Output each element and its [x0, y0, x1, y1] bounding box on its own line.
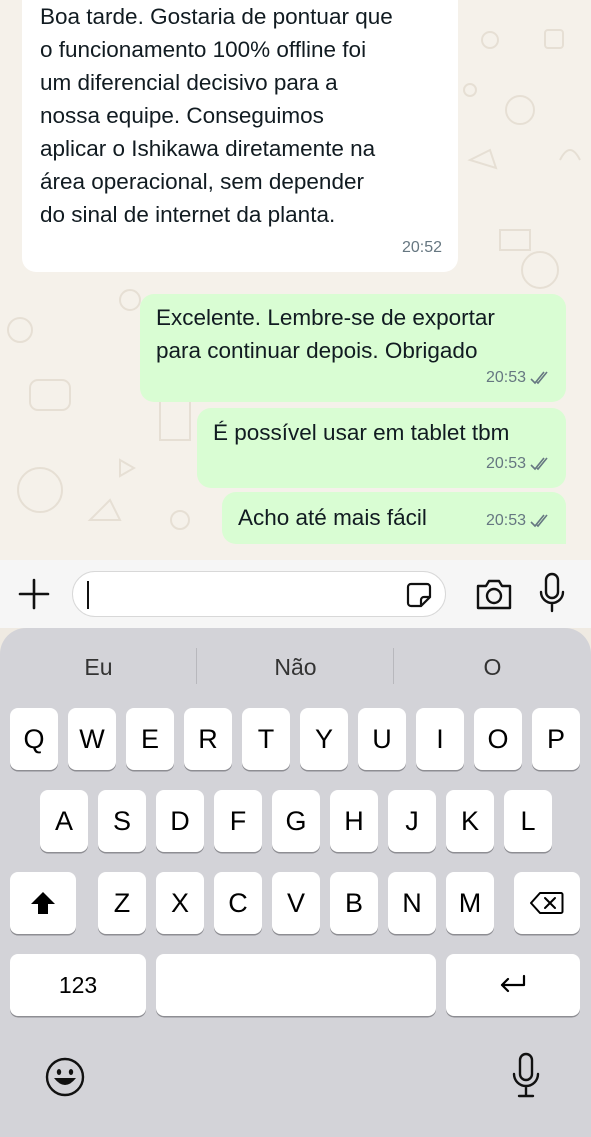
plus-icon[interactable] — [16, 576, 52, 612]
shift-key[interactable] — [10, 872, 76, 934]
message-input-bar — [0, 560, 591, 628]
numbers-key[interactable]: 123 — [10, 954, 146, 1016]
key-l[interactable]: L — [504, 790, 552, 852]
chat-area[interactable]: Boa tarde. Gostaria de pontuar que o fun… — [0, 0, 591, 560]
message-input[interactable] — [72, 571, 446, 617]
message-time: 20:53 — [485, 455, 526, 472]
emoji-icon[interactable] — [44, 1056, 86, 1098]
read-ticks-icon — [530, 456, 548, 470]
key-y[interactable]: Y — [300, 708, 348, 770]
key-x[interactable]: X — [156, 872, 204, 934]
incoming-message[interactable]: Boa tarde. Gostaria de pontuar que o fun… — [22, 0, 458, 272]
key-c[interactable]: C — [214, 872, 262, 934]
key-v[interactable]: V — [272, 872, 320, 934]
message-meta: 20:53 — [486, 361, 552, 394]
key-r[interactable]: R — [184, 708, 232, 770]
key-b[interactable]: B — [330, 872, 378, 934]
keyboard: Eu Não O Q W E R T Y U I O P A S D F G H… — [0, 628, 591, 1137]
message-meta: 20:52 — [402, 231, 442, 264]
read-ticks-icon — [530, 370, 548, 384]
key-h[interactable]: H — [330, 790, 378, 852]
return-icon — [500, 974, 526, 993]
key-p[interactable]: P — [532, 708, 580, 770]
outgoing-message[interactable]: Excelente. Lembre-se de exportar para co… — [140, 294, 566, 402]
text-caret — [87, 581, 89, 609]
dictation-mic-icon[interactable] — [510, 1052, 542, 1100]
suggestion-2[interactable]: Não — [197, 644, 394, 690]
message-text: Excelente. Lembre-se de exportar para co… — [156, 305, 495, 363]
key-o[interactable]: O — [474, 708, 522, 770]
suggestion-3[interactable]: O — [394, 644, 591, 690]
message-meta: 20:53 — [486, 447, 552, 480]
outgoing-message[interactable]: Acho até mais fácil 20:53 — [222, 492, 566, 544]
message-time: 20:53 — [485, 512, 526, 529]
message-text: É possível usar em tablet tbm — [213, 420, 510, 445]
camera-icon[interactable] — [474, 576, 514, 612]
delete-icon — [530, 892, 564, 914]
key-g[interactable]: G — [272, 790, 320, 852]
key-i[interactable]: I — [416, 708, 464, 770]
message-text: Boa tarde. Gostaria de pontuar que o fun… — [40, 4, 393, 227]
message-text: Acho até mais fácil — [238, 505, 427, 530]
message-time: 20:52 — [401, 239, 442, 256]
return-key[interactable] — [446, 954, 580, 1016]
key-f[interactable]: F — [214, 790, 262, 852]
key-w[interactable]: W — [68, 708, 116, 770]
key-s[interactable]: S — [98, 790, 146, 852]
key-a[interactable]: A — [40, 790, 88, 852]
microphone-icon[interactable] — [536, 572, 568, 614]
key-d[interactable]: D — [156, 790, 204, 852]
message-time: 20:53 — [485, 369, 526, 386]
message-meta: 20:53 — [486, 504, 552, 537]
key-e[interactable]: E — [126, 708, 174, 770]
key-t[interactable]: T — [242, 708, 290, 770]
key-q[interactable]: Q — [10, 708, 58, 770]
key-j[interactable]: J — [388, 790, 436, 852]
read-ticks-icon — [530, 513, 548, 527]
shift-icon — [31, 892, 55, 914]
delete-key[interactable] — [514, 872, 580, 934]
key-z[interactable]: Z — [98, 872, 146, 934]
sticker-icon[interactable] — [405, 581, 433, 609]
space-key[interactable] — [156, 954, 436, 1016]
key-k[interactable]: K — [446, 790, 494, 852]
suggestion-1[interactable]: Eu — [0, 644, 197, 690]
outgoing-message[interactable]: É possível usar em tablet tbm 20:53 — [197, 408, 566, 488]
key-u[interactable]: U — [358, 708, 406, 770]
key-m[interactable]: M — [446, 872, 494, 934]
key-n[interactable]: N — [388, 872, 436, 934]
